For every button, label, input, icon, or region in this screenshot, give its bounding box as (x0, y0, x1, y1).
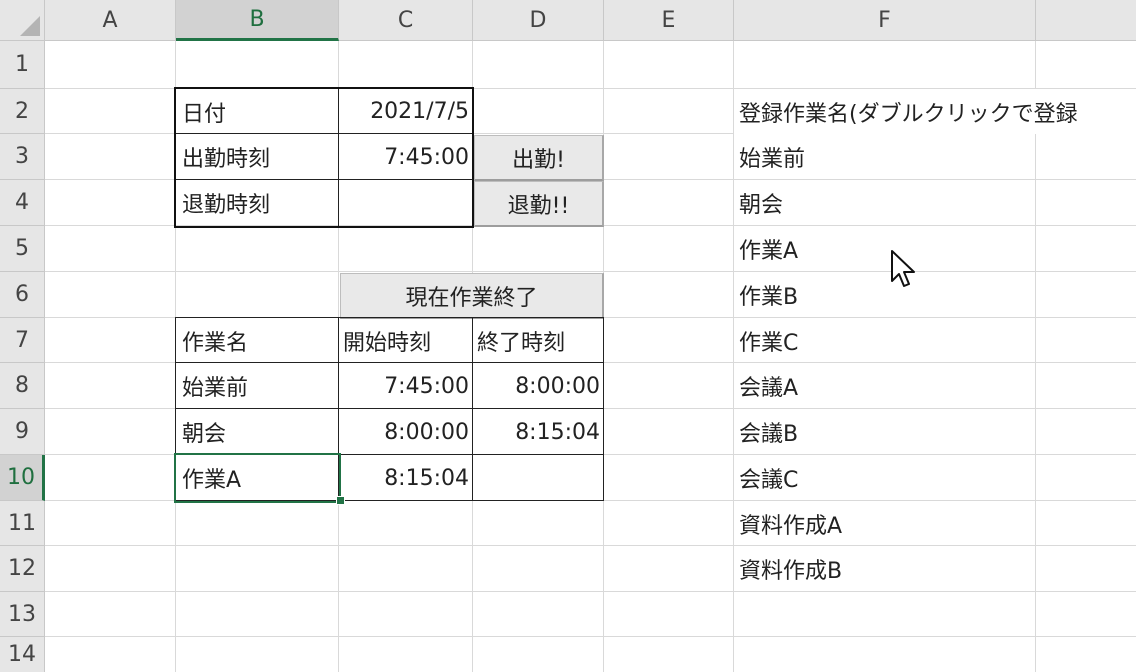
row-header-1[interactable]: 1 (0, 41, 45, 89)
column-header-c[interactable]: C (339, 0, 473, 41)
row-header-12[interactable]: 12 (0, 546, 45, 592)
task-log-row-end[interactable]: 8:15:04 (473, 409, 604, 455)
gridline (45, 636, 1136, 637)
cell-c4-end-value[interactable] (339, 180, 473, 226)
row-header-4[interactable]: 4 (0, 180, 45, 226)
task-log-row-name[interactable]: 作業A (176, 455, 339, 501)
registered-task-item[interactable]: 資料作成B (734, 546, 1036, 592)
column-header-d[interactable]: D (473, 0, 604, 41)
cell-b2-date-label[interactable]: 日付 (176, 89, 339, 134)
registered-task-item[interactable]: 作業B (734, 272, 1036, 318)
registered-task-item[interactable]: 会議A (734, 363, 1036, 409)
task-log-row-name[interactable]: 朝会 (176, 409, 339, 455)
mouse-cursor-icon (891, 250, 915, 287)
registered-task-item[interactable]: 作業C (734, 318, 1036, 363)
task-log-row-start[interactable]: 7:45:00 (339, 363, 473, 409)
row-header-11[interactable]: 11 (0, 501, 45, 546)
row-header-8[interactable]: 8 (0, 363, 45, 409)
column-header-g[interactable] (1036, 0, 1136, 41)
registered-task-item[interactable]: 作業A (734, 226, 1036, 272)
row-header-7[interactable]: 7 (0, 318, 45, 363)
cell-c2-date-value[interactable]: 2021/7/5 (339, 89, 473, 134)
clock-out-button[interactable]: 退勤!! (474, 181, 604, 227)
task-log-row-end[interactable]: 8:00:00 (473, 363, 604, 409)
column-header-b[interactable]: B (176, 0, 339, 41)
clock-in-button[interactable]: 出勤! (474, 135, 604, 181)
registered-task-item[interactable]: 資料作成A (734, 501, 1036, 546)
task-log-row-start[interactable]: 8:00:00 (339, 409, 473, 455)
select-all-corner[interactable] (0, 0, 45, 41)
row-header-10[interactable]: 10 (0, 455, 45, 501)
column-header-a[interactable]: A (45, 0, 176, 41)
registered-task-item[interactable]: 会議C (734, 455, 1036, 501)
task-log-header-start[interactable]: 開始時刻 (339, 318, 473, 363)
task-log-header-end[interactable]: 終了時刻 (473, 318, 604, 363)
row-header-5[interactable]: 5 (0, 226, 45, 272)
cell-b4-end-label[interactable]: 退勤時刻 (176, 180, 339, 226)
select-all-icon (20, 16, 40, 36)
registered-task-item[interactable]: 朝会 (734, 180, 1036, 226)
fill-handle[interactable] (336, 496, 345, 505)
registered-task-item[interactable]: 始業前 (734, 134, 1036, 180)
row-header-3[interactable]: 3 (0, 134, 45, 180)
task-log-row-start[interactable]: 8:15:04 (339, 455, 473, 501)
column-header-f[interactable]: F (734, 0, 1036, 41)
cell-c3-start-value[interactable]: 7:45:00 (339, 134, 473, 180)
task-log-row-end[interactable] (473, 455, 604, 501)
end-current-task-button[interactable]: 現在作業終了 (340, 273, 604, 319)
column-header-e[interactable]: E (604, 0, 734, 41)
cell-b3-start-label[interactable]: 出勤時刻 (176, 134, 339, 180)
spreadsheet-grid[interactable]: A B C D E F 1 2 3 4 5 6 7 8 9 10 11 12 1… (0, 0, 1136, 672)
row-header-2[interactable]: 2 (0, 89, 45, 134)
task-log-header-name[interactable]: 作業名 (176, 318, 339, 363)
registered-tasks-header[interactable]: 登録作業名(ダブルクリックで登録 (734, 89, 1136, 134)
row-header-13[interactable]: 13 (0, 592, 45, 637)
registered-task-item[interactable]: 会議B (734, 409, 1036, 455)
row-header-9[interactable]: 9 (0, 409, 45, 455)
task-log-row-name[interactable]: 始業前 (176, 363, 339, 409)
row-header-14[interactable]: 14 (0, 637, 45, 672)
row-header-6[interactable]: 6 (0, 272, 45, 318)
